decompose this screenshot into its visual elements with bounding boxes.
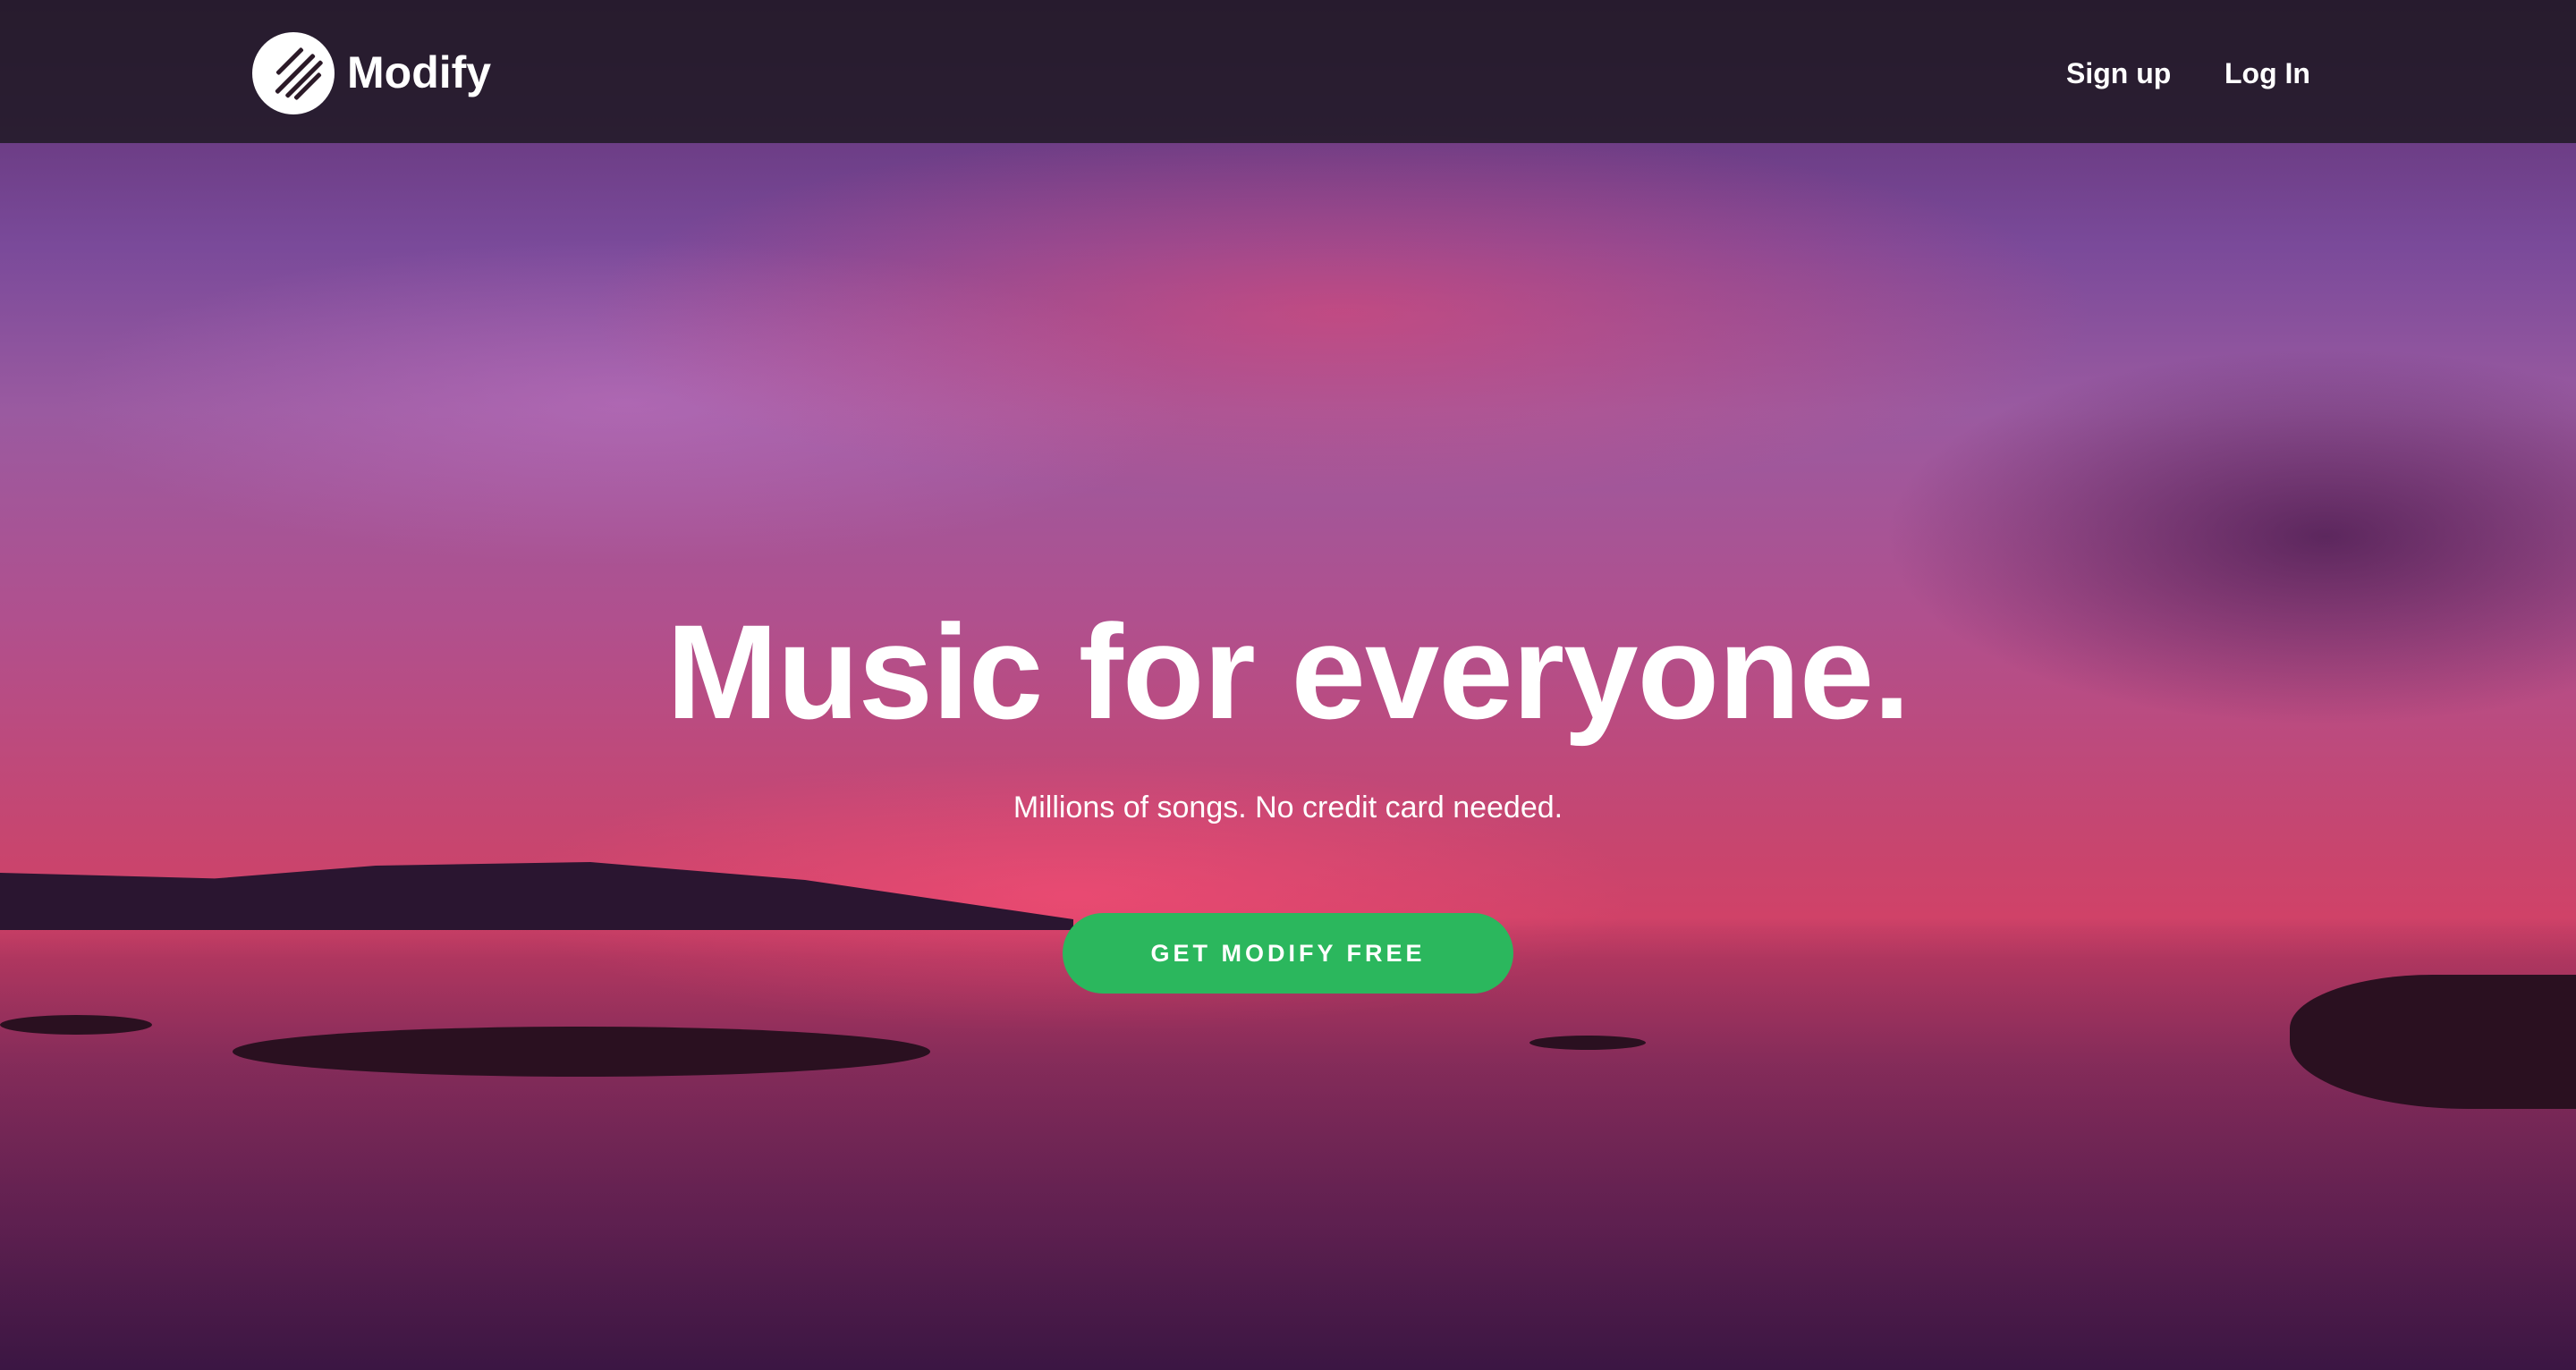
background-island	[0, 1015, 152, 1035]
brand-name[interactable]: Modify	[347, 47, 491, 98]
login-link[interactable]: Log In	[2224, 57, 2310, 90]
hero-subtitle: Millions of songs. No credit card needed…	[1013, 791, 1563, 825]
get-modify-free-button[interactable]: GET MODIFY FREE	[1063, 913, 1513, 994]
background-island	[233, 1027, 930, 1077]
top-nav: Modify Sign up Log In	[0, 0, 2576, 143]
signup-link[interactable]: Sign up	[2066, 57, 2171, 90]
background-island	[1530, 1036, 1646, 1050]
hero-title: Music for everyone.	[666, 596, 1911, 747]
background-water	[0, 930, 2576, 1370]
logo-icon[interactable]	[252, 32, 335, 114]
